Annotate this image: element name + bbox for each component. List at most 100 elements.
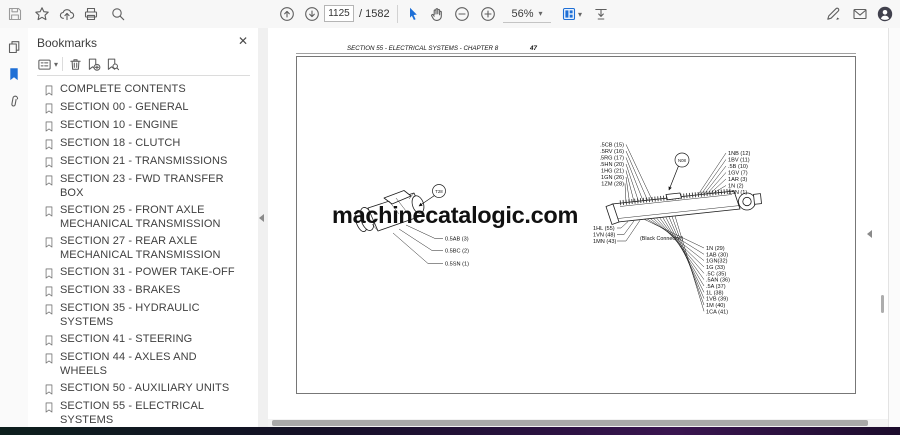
right-connector-left-labels: .5CB (15) .5RV (16) .5RG (17) .5HN (20) … [599, 143, 653, 203]
callout-label: N08 [678, 158, 686, 163]
bookmark-item-section-27[interactable]: SECTION 27 - REAR AXLE MECHANICAL TRANSM… [28, 233, 258, 264]
bookmark-item-section-35[interactable]: SECTION 35 - HYDRAULIC SYSTEMS [28, 300, 258, 331]
find-bookmark-icon[interactable] [103, 55, 121, 73]
bookmark-item-complete-contents[interactable]: COMPLETE CONTENTS [28, 81, 258, 99]
bookmarks-list: COMPLETE CONTENTS SECTION 00 - GENERAL S… [28, 81, 258, 427]
panel-toolbar-separator [62, 57, 63, 71]
wire-label: 1GN (26) [601, 175, 624, 181]
wire-label: 1GN(32) [706, 259, 728, 265]
wire-label: .5HN (20) [600, 162, 624, 168]
wire-label: 1SN (1) [728, 190, 747, 196]
bookmark-item-section-50[interactable]: SECTION 50 - AUXILIARY UNITS [28, 380, 258, 398]
chevron-down-icon: ▾ [538, 8, 543, 18]
wire-label: 1ZM (28) [601, 182, 624, 188]
wire-label: 1HL (55) [593, 226, 615, 232]
bookmark-item-section-18[interactable]: SECTION 18 - CLUTCH [28, 135, 258, 153]
fill-sign-icon[interactable] [822, 3, 844, 25]
bookmark-options-icon[interactable] [35, 55, 53, 73]
page-total-label: / 1582 [359, 8, 390, 20]
bookmark-item-section-00[interactable]: SECTION 00 - GENERAL [28, 99, 258, 117]
navigation-pane-strip [0, 28, 29, 427]
close-icon[interactable]: ✕ [238, 34, 248, 48]
page-number-input[interactable] [324, 5, 354, 22]
bookmark-item-section-31[interactable]: SECTION 31 - POWER TAKE-OFF [28, 264, 258, 282]
wire-label: .5RV (16) [600, 149, 624, 155]
bookmark-item-section-10[interactable]: SECTION 10 - ENGINE [28, 117, 258, 135]
left-connector-wire-labels: 0.5AB (3) 0.5BC (2) 0.5SN (1) [392, 224, 469, 268]
panel-divider [37, 75, 250, 76]
mail-icon[interactable] [849, 3, 871, 25]
taskbar-edge [0, 427, 900, 435]
chevron-down-icon[interactable]: ▾ [54, 61, 58, 69]
zoom-out-icon[interactable] [451, 3, 473, 25]
next-page-icon[interactable] [301, 3, 323, 25]
bookmark-item-section-55[interactable]: SECTION 55 - ELECTRICAL SYSTEMS [28, 398, 258, 427]
hand-tool-icon[interactable] [426, 3, 448, 25]
save-icon[interactable] [4, 3, 26, 25]
zoom-level-select[interactable]: 56% ▾ [503, 5, 551, 23]
bookmark-item-section-41[interactable]: SECTION 41 - STEERING [28, 331, 258, 349]
horizontal-scrollbar-thumb[interactable] [272, 420, 868, 426]
zoom-level-value: 56% [511, 7, 534, 20]
account-avatar[interactable] [874, 3, 896, 25]
wire-label: 1AR (3) [728, 177, 747, 183]
add-bookmark-icon[interactable] [84, 55, 102, 73]
wire-label: 1AB (30) [706, 252, 728, 258]
share-upload-icon[interactable] [56, 3, 78, 25]
previous-page-icon[interactable] [276, 3, 298, 25]
bookmarks-panel-icon[interactable] [4, 64, 24, 84]
toolbar-separator [397, 5, 398, 23]
page-thumbnails-icon[interactable] [4, 37, 24, 57]
reading-mode-icon[interactable] [590, 3, 612, 25]
document-viewport[interactable]: SECTION 55 - ELECTRICAL SYSTEMS - CHAPTE… [268, 28, 888, 419]
wire-label: 1N (29) [706, 246, 725, 252]
wire-label: .5RG (17) [599, 156, 624, 162]
watermark-text: machinecatalogic.com [332, 202, 578, 228]
wire-label: 1HG (21) [601, 169, 624, 175]
bookmark-item-section-23[interactable]: SECTION 23 - FWD TRANSFER BOX [28, 171, 258, 202]
zoom-in-icon[interactable] [477, 3, 499, 25]
bookmark-item-section-25[interactable]: SECTION 25 - FRONT AXLE MECHANICAL TRANS… [28, 202, 258, 233]
wire-label: 1NB (12) [728, 151, 751, 157]
tools-pane-collapsed[interactable] [888, 28, 900, 427]
search-icon[interactable] [107, 3, 129, 25]
wire-label: .5CB (15) [600, 143, 624, 149]
right-connector-bottom-left-labels: 1HL (55) 1VN (48) 1MN (43) (Black Connec… [593, 220, 683, 245]
doc-header: SECTION 55 - ELECTRICAL SYSTEMS - CHAPTE… [347, 45, 499, 52]
chevron-down-icon[interactable]: ▾ [578, 11, 582, 19]
wire-label: 1GV (7) [728, 171, 748, 177]
page-display-icon[interactable] [558, 3, 580, 25]
wire-label: 1VN (48) [593, 233, 616, 239]
wiring-diagram: SECTION 55 - ELECTRICAL SYSTEMS - CHAPTE… [296, 45, 856, 394]
wire-label: 0.5AB (3) [445, 237, 469, 243]
bookmark-item-section-33[interactable]: SECTION 33 - BRAKES [28, 282, 258, 300]
wire-label: 1L (38) [706, 290, 724, 296]
attachments-icon[interactable] [4, 92, 24, 112]
bookmark-item-section-44[interactable]: SECTION 44 - AXLES AND WHEELS [28, 349, 258, 380]
panel-resize-gutter[interactable] [258, 28, 268, 427]
wire-label: .5C (35) [706, 271, 726, 277]
print-icon[interactable] [80, 3, 102, 25]
delete-bookmark-icon[interactable] [66, 55, 84, 73]
vertical-scrollbar-thumb[interactable] [881, 295, 884, 313]
bookmarks-panel-title: Bookmarks [37, 36, 98, 50]
wire-label: .5A (37) [706, 284, 726, 290]
callout-label: T28 [435, 189, 443, 194]
wire-label: .5B (10) [728, 164, 748, 170]
collapse-panel-icon[interactable] [259, 214, 264, 222]
wire-label: 0.5SN (1) [445, 262, 469, 268]
wire-label: 1N (2) [728, 184, 744, 190]
select-tool-icon[interactable] [402, 3, 424, 25]
wire-label: 1G (33) [706, 265, 725, 271]
wire-label: 1M (40) [706, 303, 725, 309]
wire-label: .5AN (36) [706, 278, 730, 284]
bookmark-item-section-21[interactable]: SECTION 21 - TRANSMISSIONS [28, 153, 258, 171]
collapse-tools-pane-icon[interactable] [867, 230, 872, 238]
top-toolbar: / 1582 56% ▾ ▾ [0, 0, 900, 29]
bookmarks-panel: Bookmarks ✕ ▾ COMPLETE CONTENTS SECTION … [28, 28, 259, 427]
wire-label: 1MN (43) [593, 239, 616, 245]
wire-label: 0.5BC (2) [445, 249, 469, 255]
wire-label: 1VB (39) [706, 297, 728, 303]
star-icon[interactable] [31, 3, 53, 25]
right-connector-bottom-right-labels: 1N (29) 1AB (30) 1GN(32) 1G (33) .5C (35… [643, 215, 730, 315]
